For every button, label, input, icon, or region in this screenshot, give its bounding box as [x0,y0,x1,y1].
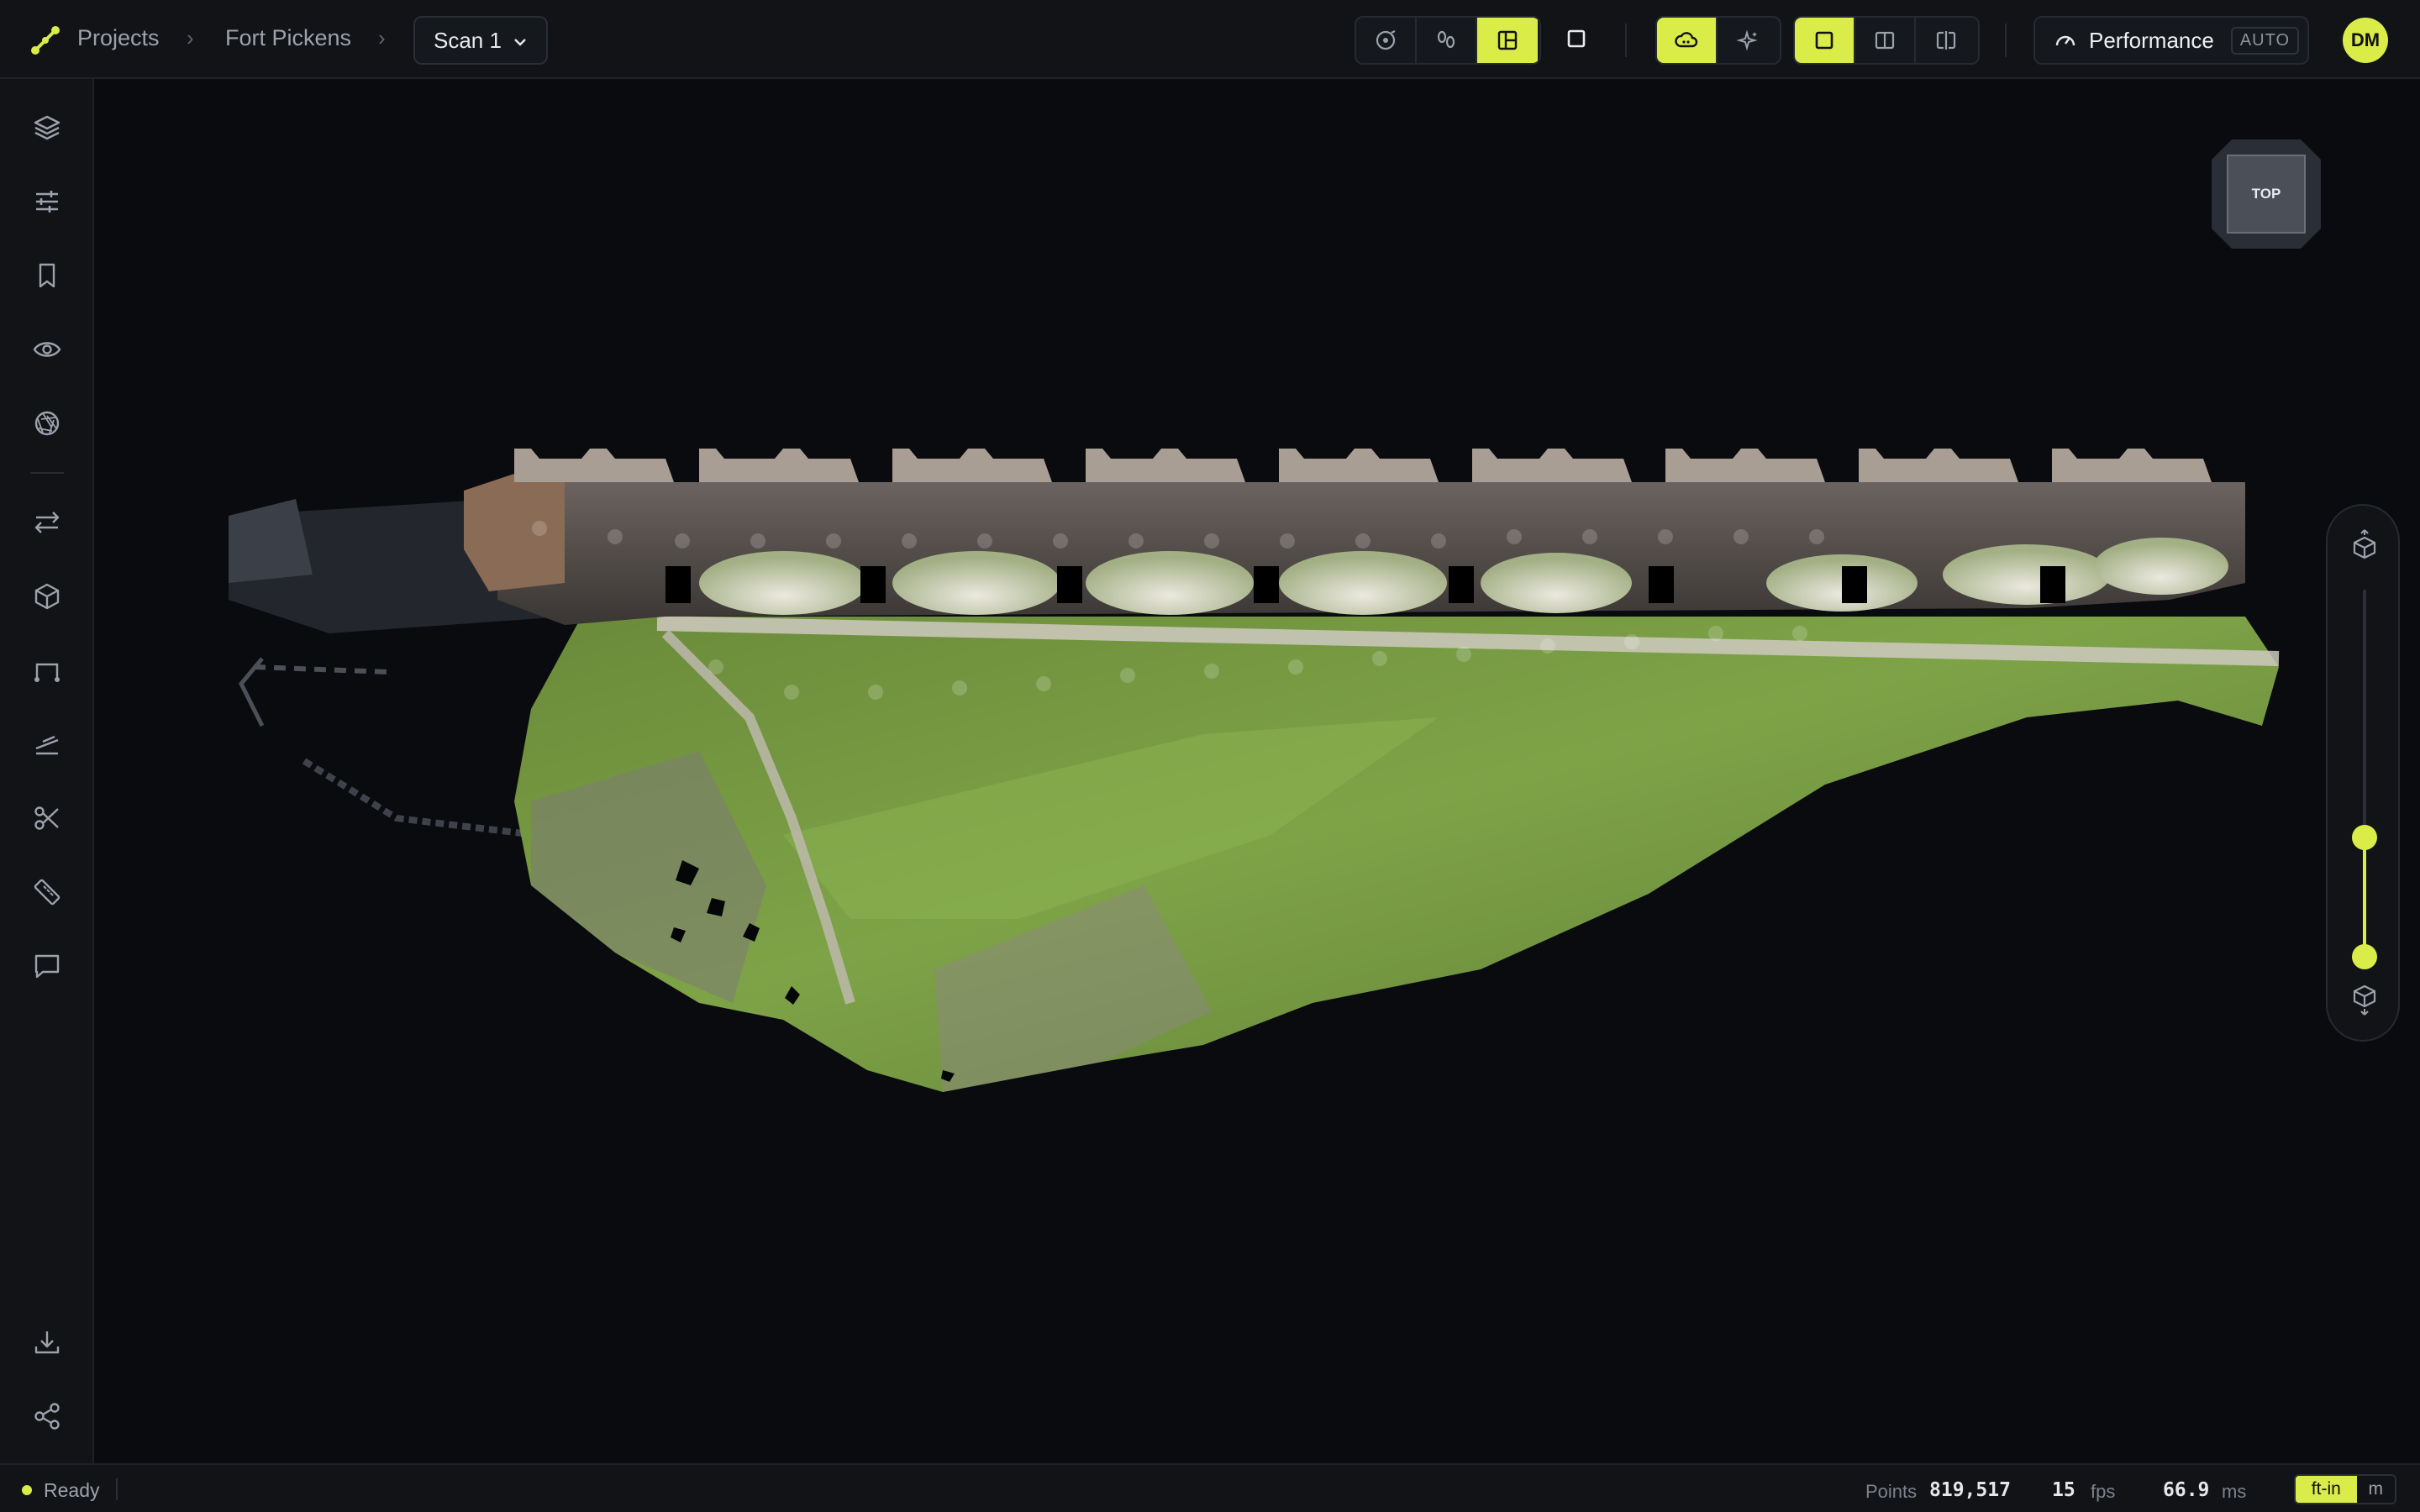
clip-upper-handle[interactable] [2352,825,2377,850]
fps-value: 15 [2052,1479,2075,1501]
cube-icon [34,583,60,610]
chevron-right-icon: › [378,25,386,50]
breadcrumb-site[interactable]: Fort Pickens [225,25,351,51]
swap-icon [34,512,60,533]
single-pane-icon [1815,31,1833,50]
sidebar-divider [30,472,64,474]
clip-button[interactable] [29,800,66,837]
points-value: 819,517 [1929,1479,2011,1501]
status-text: Ready [44,1479,100,1501]
sparkle-icon [1736,29,1758,51]
share-icon [34,1403,60,1430]
view-mode-group [1355,16,1541,65]
scan-selector[interactable]: Scan 1 [413,16,548,65]
download-button[interactable] [29,1324,66,1361]
toolbar-divider [1625,24,1627,57]
single-pane-button[interactable] [1795,18,1855,63]
clipping-slider-panel [2326,504,2400,1042]
sliders-icon [36,191,58,213]
single-view-group [1546,16,1610,65]
layers-button[interactable] [29,109,66,146]
nav-cube-top-face[interactable]: TOP [2227,155,2306,234]
compare-button[interactable] [29,504,66,541]
points-label: Points [1865,1481,1918,1502]
chevron-right-icon: › [187,25,194,50]
status-indicator [22,1485,32,1495]
compare-pane-icon [1936,31,1956,50]
top-bar: Projects › Fort Pickens › Scan 1 Perform… [0,0,2420,79]
cloud-render-button[interactable] [1657,18,1718,63]
status-divider [116,1478,118,1500]
measure-button[interactable] [29,874,66,911]
ruler-icon [34,879,60,906]
gauge-icon [2055,35,2075,46]
adjustments-button[interactable] [29,183,66,220]
frame-time-label: ms [2222,1481,2247,1502]
render-group [1655,16,1781,65]
unit-toggle: ft-in m [2294,1474,2396,1504]
objects-button[interactable] [29,578,66,615]
orbit-mode-button[interactable] [1356,18,1417,63]
performance-label: Performance [2089,27,2214,53]
layout-group [1793,16,1980,65]
bookmarks-button[interactable] [29,257,66,294]
orbit-icon [1376,30,1396,50]
path-icon [34,663,60,682]
enhance-button[interactable] [1718,18,1778,63]
fps-label: fps [2091,1481,2116,1502]
camera-button[interactable] [29,405,66,442]
elevation-icon [35,735,59,755]
walk-icon [1437,30,1455,49]
walk-mode-button[interactable] [1417,18,1477,63]
breadcrumb-projects[interactable]: Projects [77,25,160,51]
comment-icon [34,954,60,979]
path-button[interactable] [29,652,66,689]
aperture-icon [34,411,60,436]
performance-button[interactable]: Performance AUTO [2033,16,2309,65]
split-pane-icon [1875,31,1895,50]
panel-layout-button[interactable] [1477,18,1538,63]
single-view-button[interactable] [1546,16,1607,61]
bookmark-icon [39,263,55,288]
app-logo-icon[interactable] [29,24,62,57]
scan-selector-value: Scan 1 [434,27,502,53]
status-bar: Ready Points 819,517 15 fps 66.9 ms ft-i… [0,1463,2420,1512]
clip-lower-handle[interactable] [2352,944,2377,969]
clip-top-cube-icon[interactable] [2348,528,2381,561]
share-button[interactable] [29,1398,66,1435]
avatar[interactable]: DM [2343,18,2388,63]
point-cloud-viewport[interactable]: TOP [94,79,2420,1463]
elevation-button[interactable] [29,726,66,763]
unit-ft-in-button[interactable]: ft-in [2296,1476,2357,1503]
download-icon [34,1331,60,1354]
compare-pane-button[interactable] [1916,18,1976,63]
split-pane-button[interactable] [1855,18,1916,63]
tool-sidebar [0,79,94,1463]
scissors-icon [34,806,59,830]
performance-mode-badge: AUTO [2230,26,2300,55]
square-icon [1567,29,1586,48]
eye-icon [33,342,61,357]
cloud-render-icon [1675,32,1698,48]
nav-cube[interactable]: TOP [2212,139,2321,249]
point-cloud-render[interactable] [94,79,2420,1463]
comments-button[interactable] [29,948,66,984]
toolbar-divider [2005,24,2007,57]
layers-icon [34,115,60,140]
chevron-down-icon [514,39,526,46]
visibility-button[interactable] [29,331,66,368]
frame-time-value: 66.9 [2163,1479,2210,1501]
clip-slider-range [2363,836,2366,955]
clip-bottom-cube-icon[interactable] [2348,983,2381,1016]
panel-layout-icon [1497,30,1518,50]
unit-m-button[interactable]: m [2357,1476,2395,1503]
